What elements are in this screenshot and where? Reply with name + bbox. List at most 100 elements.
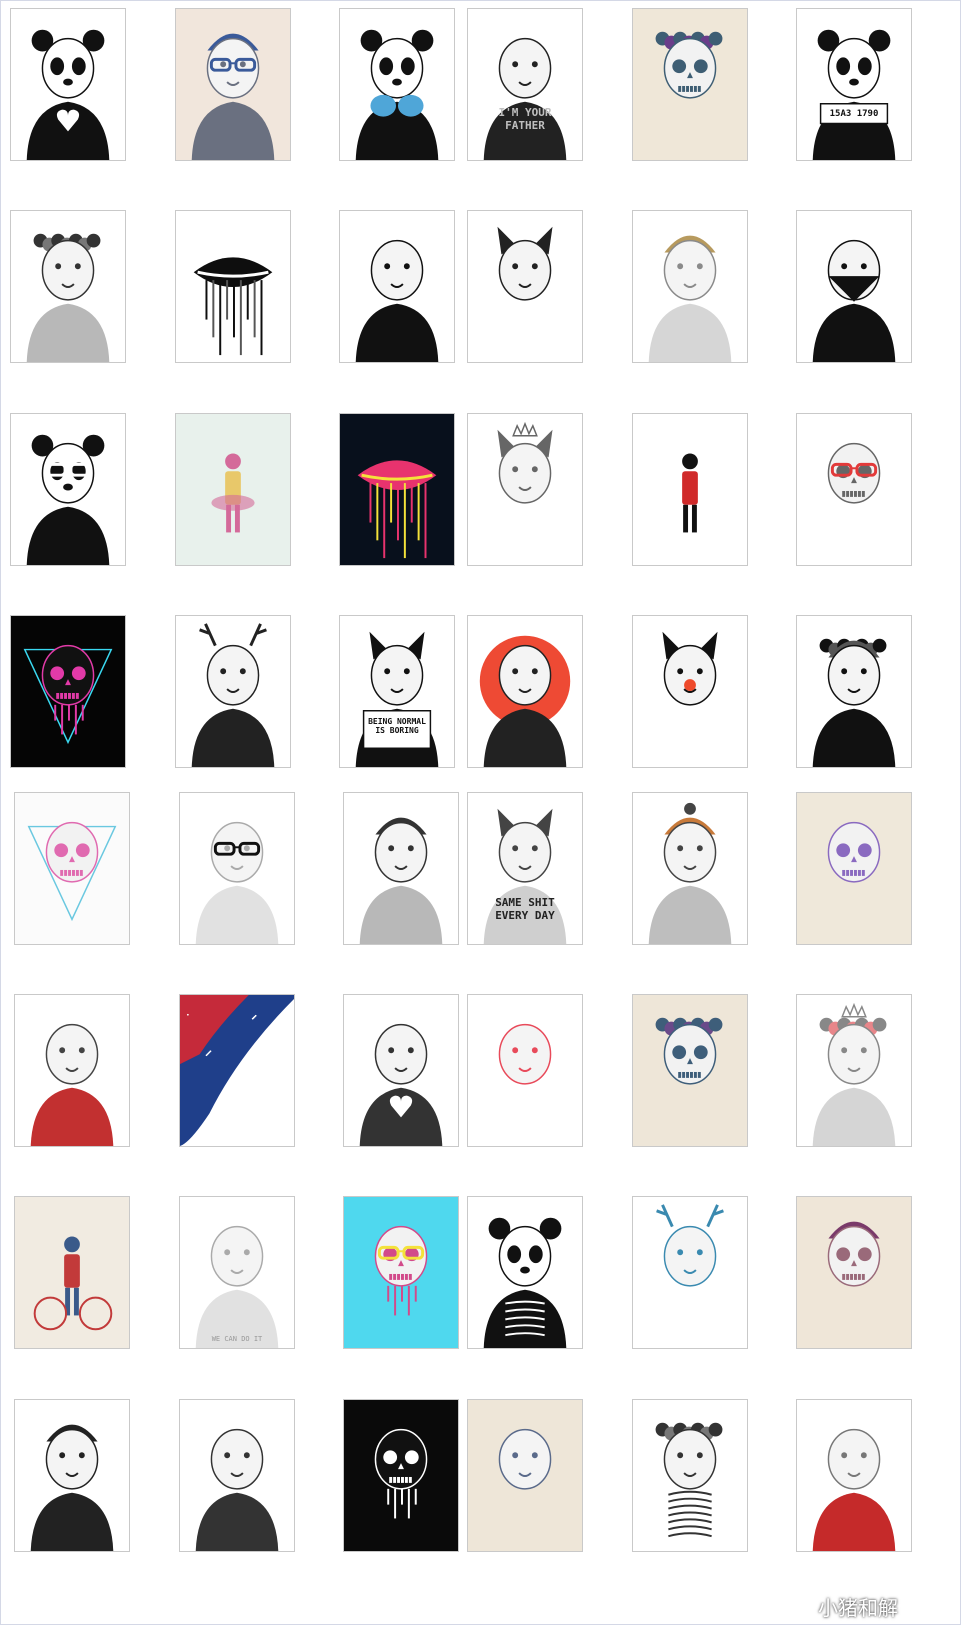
- poster-illustration: [359, 817, 443, 944]
- poster-illustration: [479, 635, 571, 767]
- poster-woman-bandana[interactable]: [796, 210, 912, 363]
- poster-illustration: [648, 235, 732, 362]
- poster-caption: BEING NORMAL IS BORING: [368, 717, 426, 736]
- poster-cat-crown[interactable]: [467, 413, 583, 566]
- poster-illustration: [498, 1428, 552, 1490]
- poster-cyclist[interactable]: [14, 1196, 130, 1349]
- poster-illustration: [355, 631, 439, 767]
- poster-panda-skeleton[interactable]: [467, 1196, 583, 1349]
- poster-illustration: [359, 1023, 443, 1146]
- poster-panda-boxing[interactable]: [339, 8, 455, 161]
- poster-bulldog-hoodie[interactable]: SAME SHIT EVERY DAY: [467, 792, 583, 945]
- poster-illustration: [656, 1204, 724, 1287]
- poster-ballerina-girl[interactable]: [175, 413, 291, 566]
- poster-wolf-antlers[interactable]: [632, 1196, 748, 1349]
- poster-illustration: [497, 226, 553, 301]
- poster-lion-flower-crown[interactable]: [796, 994, 912, 1147]
- poster-lion-beanie-glasses[interactable]: [175, 8, 291, 161]
- poster-bear-antlers[interactable]: [175, 615, 291, 768]
- poster-illustration: [195, 1428, 279, 1551]
- poster-tiger-pom-hat[interactable]: [632, 792, 748, 945]
- poster-leopard-hearts[interactable]: [343, 994, 459, 1147]
- poster-illustration: [827, 1221, 881, 1287]
- poster-illustration: [812, 239, 896, 362]
- poster-illustration: [648, 802, 732, 944]
- poster-illustration: [374, 1225, 428, 1316]
- poster-illustration: [191, 33, 275, 160]
- poster-lioness-cccp[interactable]: [796, 1399, 912, 1552]
- poster-woman-profile[interactable]: [339, 210, 455, 363]
- poster-illustration: [374, 1428, 428, 1519]
- poster-bulldog-clown-nose[interactable]: [632, 615, 748, 768]
- watermark: 小猪和解: [782, 1591, 898, 1622]
- poster-illustration: [812, 1002, 896, 1146]
- poster-ribcage-flowers[interactable]: [632, 1399, 748, 1552]
- poster-tiger-bowler-hat[interactable]: [343, 792, 459, 945]
- poster-illustration: [26, 233, 110, 362]
- poster-illustration: [180, 995, 294, 1146]
- poster-pink-skull-triangle[interactable]: [14, 792, 130, 945]
- poster-illustration: [655, 1422, 723, 1538]
- poster-illustration: [23, 644, 113, 745]
- poster-illustration: [812, 29, 896, 160]
- poster-illustration: [193, 257, 273, 356]
- poster-skull-red-glasses[interactable]: [796, 413, 912, 566]
- poster-illustration: [483, 37, 567, 160]
- poster-illustration: [812, 1428, 896, 1551]
- poster-illustration: [26, 29, 110, 160]
- poster-illustration: [27, 821, 117, 922]
- poster-leopard-lips[interactable]: [467, 994, 583, 1147]
- poster-illustration: [355, 29, 439, 160]
- poster-caption: WE CAN DO IT: [211, 1335, 263, 1343]
- poster-illustration: [655, 1017, 723, 1085]
- poster-illustration: [355, 239, 439, 362]
- poster-colorful-lips[interactable]: [339, 413, 455, 566]
- poster-skull-yellow-glasses[interactable]: [343, 1196, 459, 1349]
- poster-skull-black[interactable]: [343, 1399, 459, 1552]
- poster-wolf-tongue[interactable]: [467, 1399, 583, 1552]
- poster-caption: I'M YOUR FATHER: [498, 106, 552, 132]
- poster-illustration: [812, 638, 896, 767]
- poster-illustration: [26, 434, 110, 565]
- poster-caption: SAME SHIT EVERY DAY: [495, 896, 555, 922]
- poster-lion-knit-hat[interactable]: [632, 210, 748, 363]
- poster-illustration: [498, 1023, 552, 1085]
- poster-illustration: [483, 1217, 567, 1348]
- watermark-text: 小猪和解: [818, 1595, 898, 1620]
- poster-illustration: [195, 821, 279, 944]
- poster-purple-skull-birds[interactable]: [796, 792, 912, 945]
- poster-illustration: [195, 1225, 279, 1348]
- poster-illustration: [827, 442, 881, 504]
- poster-illustration: [30, 1424, 114, 1551]
- poster-small-figure[interactable]: [632, 413, 748, 566]
- poster-illustration: [682, 453, 698, 533]
- poster-illustration: [655, 31, 723, 99]
- wechat-icon: [782, 1591, 812, 1622]
- poster-lips-dripping[interactable]: [175, 210, 291, 363]
- poster-neon-skull-triangle[interactable]: [10, 615, 126, 768]
- poster-lion-bowler-hat[interactable]: [14, 1399, 130, 1552]
- poster-illustration: [211, 453, 255, 533]
- poster-illustration: [662, 631, 718, 706]
- poster-woman-portrait[interactable]: [179, 1399, 295, 1552]
- poster-skull-headdress[interactable]: [632, 994, 748, 1147]
- poster-panda-mugshot[interactable]: 15A3 1790: [796, 8, 912, 161]
- poster-panda-heart[interactable]: [10, 8, 126, 161]
- poster-skull-flowers[interactable]: [632, 8, 748, 161]
- poster-lion-adidas-jacket[interactable]: [14, 994, 130, 1147]
- poster-polar-bear-bandana[interactable]: WE CAN DO IT: [179, 1196, 295, 1349]
- poster-bulldog-middle-finger[interactable]: [467, 210, 583, 363]
- poster-illustration: [357, 460, 437, 559]
- poster-climber-night[interactable]: [179, 994, 295, 1147]
- poster-bulldog-sign[interactable]: BEING NORMAL IS BORING: [339, 615, 455, 768]
- poster-caption: 15A3 1790: [829, 109, 879, 119]
- poster-illustration: [33, 1236, 113, 1331]
- poster-woman-flower-helmet[interactable]: [796, 615, 912, 768]
- poster-panda-sunglasses[interactable]: [10, 413, 126, 566]
- poster-woman-red-sun[interactable]: [467, 615, 583, 768]
- poster-skull-beanie[interactable]: [796, 1196, 912, 1349]
- poster-illustration: [30, 1023, 114, 1146]
- poster-chimp-sweater[interactable]: I'M YOUR FATHER: [467, 8, 583, 161]
- poster-lion-flowers[interactable]: [10, 210, 126, 363]
- poster-polar-bear-sunglasses[interactable]: [179, 792, 295, 945]
